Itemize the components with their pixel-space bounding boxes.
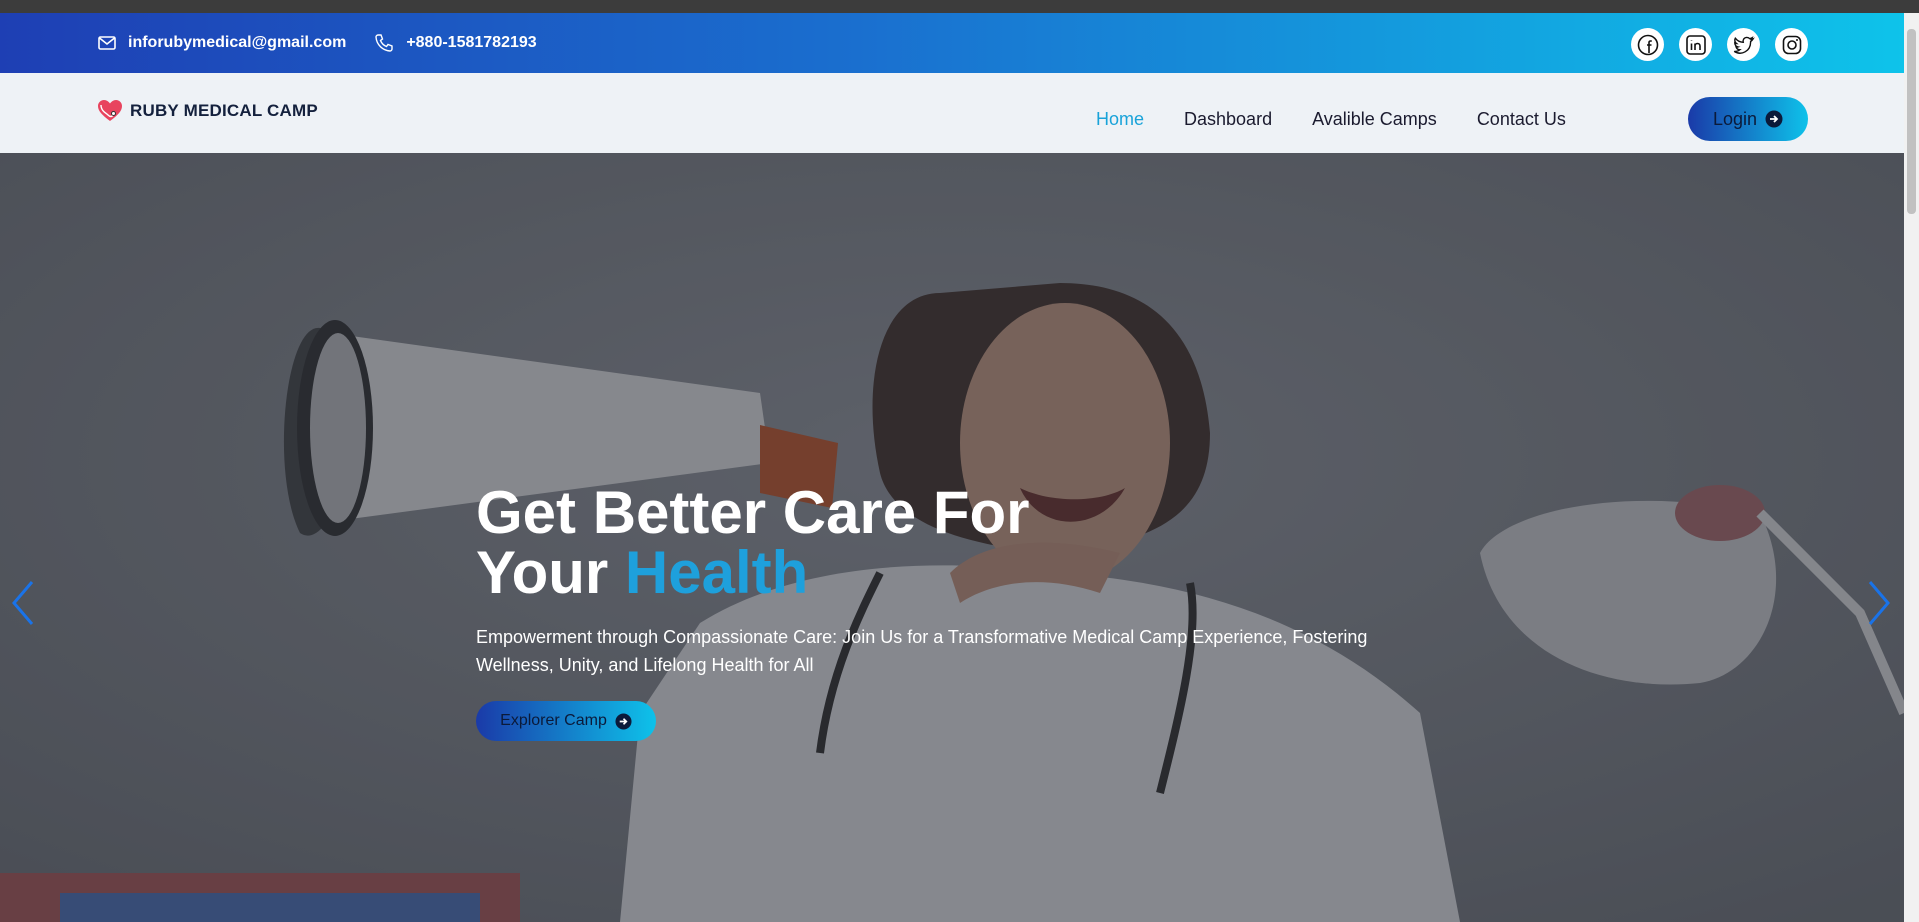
page-scrollbar[interactable]	[1904, 13, 1919, 922]
hero-title: Get Better Care For Your Health	[476, 483, 1456, 603]
chevron-left-icon	[12, 581, 34, 625]
twitter-link[interactable]	[1727, 28, 1760, 61]
nav-link-contact-us[interactable]: Contact Us	[1477, 109, 1566, 130]
hero-title-line1: Get Better Care For	[476, 479, 1030, 546]
brand-name: RUBY MEDICAL CAMP	[130, 101, 318, 120]
explore-camp-button[interactable]: Explorer Camp	[476, 701, 656, 741]
phone-icon	[375, 34, 394, 52]
hero-title-accent: Health	[624, 539, 809, 606]
scrollbar-thumb[interactable]	[1907, 29, 1916, 214]
top-contact-bar: inforubymedical@gmail.com +880-158178219…	[0, 13, 1904, 73]
login-button[interactable]: Login	[1688, 97, 1808, 141]
arrow-right-circle-icon	[615, 712, 632, 730]
hero-title-line2: Your	[476, 539, 625, 606]
browser-top-strip	[0, 0, 1919, 13]
main-navbar: RUBY MEDICAL CAMP Home Dashboard Avalibl…	[0, 73, 1904, 153]
nav-link-dashboard[interactable]: Dashboard	[1184, 109, 1272, 130]
heart-stethoscope-logo-icon	[98, 100, 122, 121]
explore-camp-label: Explorer Camp	[500, 712, 607, 729]
nav-link-available-camps[interactable]: Avalible Camps	[1312, 109, 1437, 130]
slider-prev-button[interactable]	[6, 578, 40, 628]
chevron-right-icon	[1868, 581, 1890, 625]
brand-logo-link[interactable]: RUBY MEDICAL CAMP	[96, 97, 318, 125]
hero-slider: Get Better Care For Your Health Empowerm…	[0, 153, 1904, 922]
twitter-icon	[1733, 35, 1755, 54]
slider-next-button[interactable]	[1862, 578, 1896, 628]
login-label: Login	[1712, 108, 1758, 129]
phone-text: +880-1581782193	[406, 34, 537, 51]
instagram-link[interactable]	[1775, 28, 1808, 61]
nav-link-home[interactable]: Home	[1096, 109, 1144, 130]
hero-content: Get Better Care For Your Health Empowerm…	[476, 483, 1456, 741]
email-text: inforubymedical@gmail.com	[128, 34, 347, 51]
phone-contact[interactable]: +880-1581782193	[374, 33, 537, 53]
linkedin-icon	[1685, 34, 1706, 55]
linkedin-link[interactable]	[1679, 28, 1712, 61]
hero-subtitle: Empowerment through Compassionate Care: …	[476, 627, 1368, 675]
instagram-icon	[1782, 35, 1801, 54]
arrow-right-circle-icon	[1765, 110, 1783, 128]
social-links	[1631, 28, 1808, 61]
mail-icon	[98, 36, 116, 50]
facebook-link[interactable]	[1631, 28, 1664, 61]
email-contact[interactable]: inforubymedical@gmail.com	[98, 34, 346, 52]
facebook-icon	[1637, 34, 1658, 55]
nav-links: Home Dashboard Avalible Camps Contact Us	[1096, 109, 1606, 130]
